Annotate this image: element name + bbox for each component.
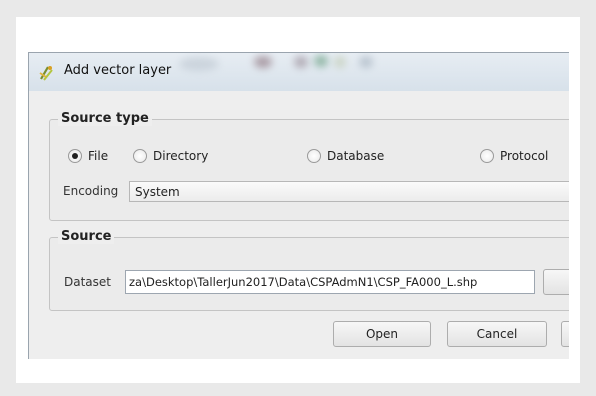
background-blur bbox=[359, 56, 373, 68]
background-blur bbox=[179, 57, 219, 71]
title-bar[interactable]: Add vector layer bbox=[29, 53, 569, 91]
window-title: Add vector layer bbox=[64, 63, 172, 78]
source-type-group: Source type File Directory Database Prot… bbox=[49, 111, 569, 221]
radio-database[interactable]: Database bbox=[307, 149, 384, 163]
encoding-select[interactable]: System bbox=[129, 181, 569, 202]
source-legend: Source bbox=[58, 229, 115, 244]
radio-file[interactable]: File bbox=[68, 149, 108, 163]
background-blur bbox=[294, 56, 308, 68]
radio-checked-indicator bbox=[68, 149, 82, 163]
source-group: Source Dataset za\Desktop\TallerJun2017\… bbox=[49, 229, 569, 311]
background-blur bbox=[314, 55, 328, 67]
encoding-value: System bbox=[135, 185, 180, 199]
radio-indicator bbox=[480, 149, 494, 163]
radio-indicator bbox=[133, 149, 147, 163]
qgis-add-vector-icon bbox=[39, 66, 53, 81]
background-blur bbox=[254, 56, 272, 68]
source-type-radio-row: File Directory Database Protocol bbox=[50, 147, 569, 167]
radio-directory-label: Directory bbox=[153, 149, 209, 163]
radio-protocol-label: Protocol bbox=[500, 149, 549, 163]
dataset-label: Dataset bbox=[64, 275, 111, 289]
radio-indicator bbox=[307, 149, 321, 163]
radio-protocol[interactable]: Protocol bbox=[480, 149, 548, 163]
encoding-label: Encoding bbox=[63, 184, 119, 198]
radio-file-label: File bbox=[88, 149, 109, 163]
cancel-button[interactable]: Cancel bbox=[447, 321, 547, 347]
browse-button[interactable] bbox=[543, 269, 569, 295]
radio-database-label: Database bbox=[327, 149, 385, 163]
radio-directory[interactable]: Directory bbox=[133, 149, 208, 163]
extra-button[interactable] bbox=[561, 321, 569, 347]
background-blur bbox=[334, 56, 346, 68]
add-vector-layer-dialog: Add vector layer Source type File Direct… bbox=[28, 52, 569, 359]
open-button[interactable]: Open bbox=[333, 321, 431, 347]
dataset-path-input[interactable]: za\Desktop\TallerJun2017\Data\CSPAdmN1\C… bbox=[125, 270, 535, 294]
source-type-legend: Source type bbox=[58, 111, 152, 126]
